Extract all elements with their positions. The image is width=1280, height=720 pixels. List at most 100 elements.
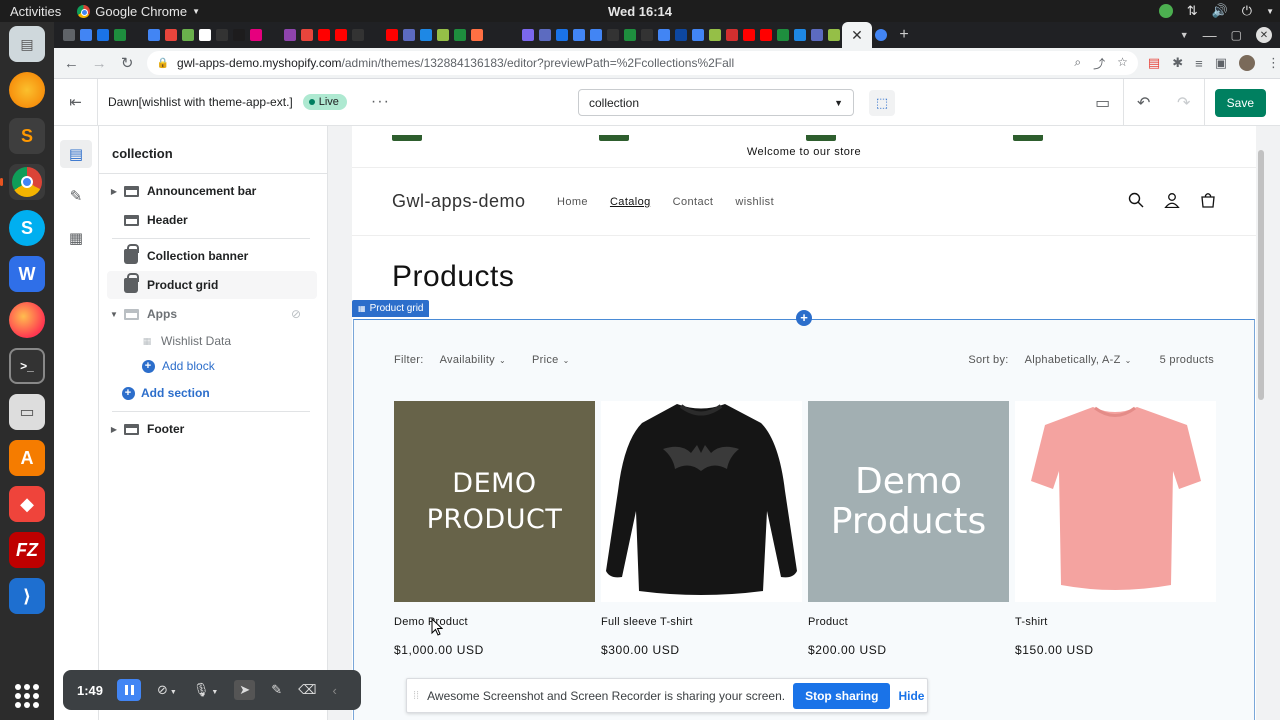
tab[interactable] [162, 22, 179, 48]
section-tag[interactable]: ▦ Product grid [352, 300, 430, 317]
product-image[interactable] [601, 401, 802, 602]
filezilla-icon[interactable]: FZ [9, 532, 45, 568]
chevron-right-icon[interactable]: ▶ [107, 425, 121, 434]
tab[interactable] [757, 22, 774, 48]
skype-icon[interactable]: S [9, 210, 45, 246]
search-icon[interactable] [1128, 192, 1144, 212]
menu-kebab-icon[interactable]: ⋮ [1267, 55, 1280, 71]
tab[interactable] [281, 22, 298, 48]
undo-icon[interactable]: ↶ [1124, 93, 1164, 113]
account-icon[interactable] [1164, 192, 1180, 212]
sections-icon[interactable]: ▤ [60, 140, 92, 168]
hide-button[interactable]: Hide [898, 689, 924, 703]
tab[interactable] [332, 22, 349, 48]
power-icon[interactable]: ⏻ [1242, 3, 1252, 19]
sidebar-item-collection-banner[interactable]: Collection banner [107, 242, 317, 270]
side-panel-icon[interactable]: ▣ [1215, 55, 1227, 71]
tab[interactable] [774, 22, 791, 48]
profile-avatar[interactable] [1238, 55, 1255, 71]
vscode-icon[interactable]: ⟩ [9, 578, 45, 614]
tab[interactable] [502, 22, 519, 48]
tab[interactable] [638, 22, 655, 48]
redo-icon[interactable]: ↷ [1164, 93, 1204, 113]
collapse-icon[interactable]: ‹ [333, 683, 337, 698]
tab[interactable] [485, 22, 502, 48]
wps-office-icon[interactable]: W [9, 256, 45, 292]
chevron-down-icon[interactable]: ▼ [1266, 7, 1274, 16]
eye-off-icon[interactable]: ⊘ [291, 307, 301, 321]
product-card[interactable]: DEMO PRODUCT Demo Product $1,000.00 USD [394, 401, 595, 657]
more-actions-icon[interactable]: ··· [371, 93, 390, 111]
tab[interactable] [349, 22, 366, 48]
reload-button[interactable]: ↻ [116, 51, 139, 75]
pen-icon[interactable]: ✎ [271, 682, 282, 698]
tab[interactable] [621, 22, 638, 48]
anydesk-icon[interactable]: ◆ [9, 486, 45, 522]
product-image[interactable]: Demo Products [808, 401, 1009, 602]
tab[interactable] [179, 22, 196, 48]
tab[interactable] [553, 22, 570, 48]
photo-app-icon[interactable] [9, 72, 45, 108]
ubuntu-software-icon[interactable]: ▤ [9, 26, 45, 62]
product-title[interactable]: T-shirt [1015, 616, 1216, 630]
tab[interactable] [791, 22, 808, 48]
tab[interactable] [468, 22, 485, 48]
drag-handle-icon[interactable]: ⁞⁞ [413, 690, 419, 702]
tab[interactable] [706, 22, 723, 48]
tab[interactable] [417, 22, 434, 48]
close-icon[interactable]: ✕ [851, 27, 863, 44]
microphone-icon[interactable]: 🎙 ▼ [193, 682, 218, 698]
camera-off-icon[interactable]: ⊘ ▼ [157, 682, 177, 698]
address-bar[interactable]: 🔒 gwl-apps-demo.myshopify.com /admin/the… [146, 51, 1138, 75]
desktop-view-icon[interactable]: ▭ [1083, 93, 1123, 113]
filter-availability[interactable]: Availability ⌄ [440, 354, 506, 366]
app-grid-icon[interactable] [15, 684, 39, 708]
tab[interactable] [740, 22, 757, 48]
eraser-icon[interactable]: ⌫ [298, 682, 316, 698]
volume-icon[interactable]: 🔊 [1212, 3, 1228, 19]
inspector-icon[interactable]: ⬚ [869, 90, 895, 116]
tab[interactable] [77, 22, 94, 48]
sort-select[interactable]: Alphabetically, A-Z ⌄ [1025, 354, 1132, 366]
extension-icon[interactable]: ▤ [1148, 55, 1160, 71]
sidebar-item-apps[interactable]: ▼ Apps ⊘ [107, 300, 317, 328]
add-section-button[interactable]: + Add section [107, 379, 317, 407]
add-section-plus-icon[interactable]: + [796, 310, 812, 326]
product-title[interactable]: Product [808, 616, 1009, 630]
tab[interactable] [672, 22, 689, 48]
tab[interactable] [230, 22, 247, 48]
tab[interactable] [111, 22, 128, 48]
nav-link-home[interactable]: Home [557, 196, 588, 208]
tab[interactable] [383, 22, 400, 48]
product-image[interactable] [1015, 401, 1216, 602]
close-window-icon[interactable]: ✕ [1256, 27, 1272, 43]
tab[interactable] [94, 22, 111, 48]
tab[interactable] [128, 22, 145, 48]
app-embeds-icon[interactable]: ▦ [60, 224, 92, 252]
tab[interactable] [247, 22, 264, 48]
product-title[interactable]: Full sleeve T-shirt [601, 616, 802, 630]
minimize-icon[interactable]: — [1203, 27, 1217, 43]
sidebar-item-wishlist-data[interactable]: ▦ Wishlist Data [141, 327, 317, 355]
stop-sharing-button[interactable]: Stop sharing [793, 682, 891, 709]
product-card[interactable]: Full sleeve T-shirt $300.00 USD [601, 401, 802, 657]
system-tray[interactable]: ⇅ 🔊 ⏻ ▼ [1158, 0, 1274, 22]
extensions-puzzle-icon[interactable]: ✱ [1172, 55, 1183, 71]
sidebar-item-announcement-bar[interactable]: ▶ Announcement bar [107, 177, 317, 205]
pointer-icon[interactable]: ➤ [234, 680, 256, 700]
product-image[interactable]: DEMO PRODUCT [394, 401, 595, 602]
theme-settings-icon[interactable]: ✎ [60, 182, 92, 210]
cart-icon[interactable] [1200, 192, 1216, 212]
add-block-button[interactable]: + Add block [141, 352, 317, 380]
filter-price[interactable]: Price ⌄ [532, 354, 570, 366]
files-icon[interactable]: ▭ [9, 394, 45, 430]
sublime-text-icon[interactable]: S [9, 118, 45, 154]
firefox-icon[interactable] [9, 302, 45, 338]
sidebar-item-product-grid[interactable]: Product grid [107, 271, 317, 299]
tab[interactable] [825, 22, 842, 48]
exit-icon[interactable]: ⇤ [54, 78, 98, 126]
tab[interactable] [264, 22, 281, 48]
tab[interactable] [434, 22, 451, 48]
tab[interactable] [655, 22, 672, 48]
sidebar-item-header[interactable]: Header [107, 206, 317, 234]
